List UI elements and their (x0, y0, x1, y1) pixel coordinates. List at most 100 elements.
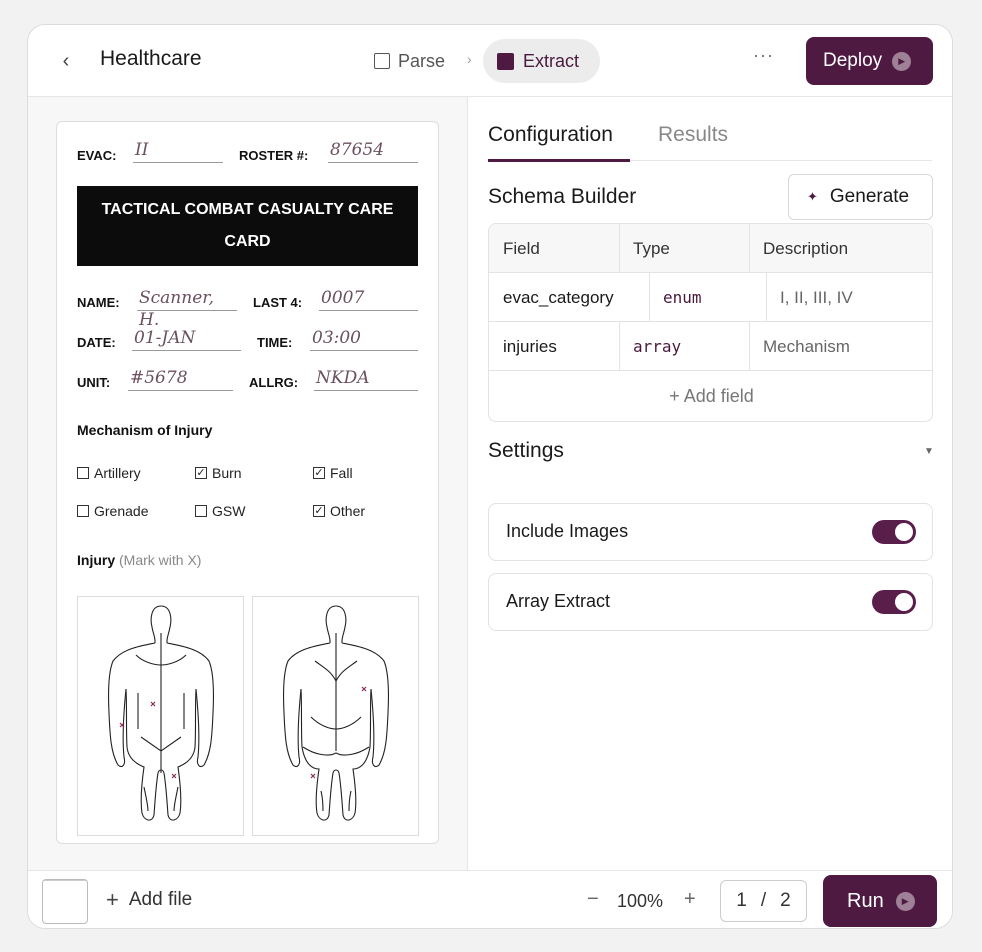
plus-icon: + (106, 887, 119, 912)
app-window: ‹ Healthcare Parse › Extract ··· Deploy … (27, 24, 953, 929)
sparkle-icon: ✦ (807, 189, 818, 204)
injury-title: Injury (Mark with X) (77, 552, 201, 568)
human-front-outline-icon (107, 605, 215, 821)
setting-include-images: Include Images (488, 503, 933, 561)
play-circle-icon: ▶ (895, 891, 915, 911)
time-value: 03:00 (310, 327, 418, 351)
add-file-label: Add file (128, 889, 193, 910)
generate-button[interactable]: ✦ Generate (788, 174, 933, 220)
add-file-button[interactable]: + Add file (106, 889, 192, 911)
mechanism-label: Other (330, 503, 366, 519)
back-chevron-icon[interactable]: ‹ (56, 49, 76, 73)
square-outline-icon (374, 53, 390, 69)
allergies-value: NKDA (314, 367, 418, 391)
page-selector[interactable]: 1 / 2 (720, 880, 807, 922)
roster-label: ROSTER #: (239, 148, 309, 163)
run-label: Run (847, 889, 884, 912)
unit-label: UNIT: (77, 375, 111, 390)
column-divider (619, 224, 620, 273)
name-label: NAME: (77, 295, 120, 310)
page-current: 1 (736, 890, 747, 911)
caret-down-icon[interactable]: ▼ (924, 446, 934, 457)
document-page: EVAC: II ROSTER #: 87654 TACTICAL COMBAT… (56, 121, 439, 844)
schema-table: Field Type Description evac_category enu… (488, 223, 933, 422)
checkbox-empty-icon (195, 505, 207, 517)
last4-label: LAST 4: (253, 295, 303, 310)
evac-value: II (133, 139, 223, 163)
add-field-button[interactable]: + Add field (489, 371, 932, 421)
column-divider (749, 322, 750, 371)
play-circle-icon: ▶ (892, 51, 912, 71)
schema-builder-title: Schema Builder (488, 185, 637, 208)
step-extract[interactable]: Extract (483, 39, 600, 83)
mechanism-label: Burn (212, 465, 242, 481)
column-divider (619, 322, 620, 371)
evac-label: EVAC: (77, 148, 117, 163)
date-label: DATE: (77, 335, 116, 350)
mechanism-option: ✓ Burn (195, 465, 242, 481)
checkbox-checked-icon: ✓ (313, 505, 325, 517)
run-button[interactable]: Run ▶ (823, 875, 937, 927)
human-back-outline-icon (282, 605, 390, 821)
include-images-toggle[interactable] (872, 520, 916, 544)
mechanism-option: Artillery (77, 465, 141, 481)
field-name-cell[interactable]: evac_category (489, 273, 649, 322)
chevron-right-icon: › (467, 51, 472, 67)
setting-label: Include Images (506, 521, 629, 541)
column-header-description: Description (749, 224, 932, 273)
mechanism-option: Grenade (77, 503, 148, 519)
field-description-cell[interactable]: Mechanism (749, 322, 932, 371)
field-type-cell[interactable]: array (619, 322, 749, 371)
deploy-button[interactable]: Deploy ▶ (806, 37, 933, 85)
column-divider (766, 273, 767, 322)
unit-value: #5678 (128, 367, 233, 391)
mechanism-option: ✓ Fall (313, 465, 353, 481)
field-name-cell[interactable]: injuries (489, 322, 619, 371)
checkbox-checked-icon: ✓ (313, 467, 325, 479)
array-extract-toggle[interactable] (872, 590, 916, 614)
mechanism-label: GSW (212, 503, 246, 519)
injury-note: (Mark with X) (119, 552, 202, 568)
checkbox-empty-icon (77, 505, 89, 517)
step-parse[interactable]: Parse (374, 47, 445, 75)
setting-label: Array Extract (506, 591, 611, 611)
zoom-in-icon[interactable]: + (684, 888, 696, 911)
field-description-cell[interactable]: I, II, III, IV (766, 273, 932, 322)
square-filled-icon (497, 52, 514, 70)
top-bar: ‹ Healthcare Parse › Extract ··· Deploy … (28, 25, 952, 97)
body-diagram-front (77, 596, 244, 836)
mechanism-label: Fall (330, 465, 353, 481)
page-total: 2 (780, 890, 791, 911)
column-divider (649, 273, 650, 322)
field-type-cell[interactable]: enum (649, 273, 766, 322)
tab-results[interactable]: Results (658, 123, 728, 147)
column-divider (749, 224, 750, 273)
mechanism-option: ✓ Other (313, 503, 365, 519)
zoom-out-icon[interactable]: − (587, 888, 599, 911)
active-tab-indicator (488, 159, 630, 162)
allergies-label: ALLRG: (249, 375, 299, 390)
configuration-panel: Configuration Results Schema Builder ✦ G… (469, 97, 952, 870)
setting-array-extract: Array Extract (488, 573, 933, 631)
last4-value: 0007 (319, 287, 418, 311)
step-extract-label: Extract (523, 50, 580, 71)
page-separator: / (760, 890, 767, 911)
more-options-icon[interactable]: ··· (753, 45, 774, 66)
card-banner: TACTICAL COMBAT CASUALTY CARE CARD (77, 186, 418, 266)
toggle-knob (895, 593, 913, 611)
generate-label: Generate (829, 186, 910, 207)
bottom-bar: + Add file − 100% + 1 / 2 Run ▶ (28, 870, 952, 928)
column-header-field: Field (489, 224, 619, 273)
mechanism-title: Mechanism of Injury (77, 422, 213, 438)
mechanism-label: Artillery (94, 465, 141, 481)
time-label: TIME: (257, 335, 293, 350)
document-preview-panel: EVAC: II ROSTER #: 87654 TACTICAL COMBAT… (28, 97, 468, 870)
settings-title: Settings (488, 439, 564, 462)
column-header-type: Type (619, 224, 749, 273)
zoom-level: 100% (617, 891, 664, 911)
tab-configuration[interactable]: Configuration (488, 123, 613, 147)
checkbox-checked-icon: ✓ (195, 467, 207, 479)
toggle-knob (895, 523, 913, 541)
page-thumbnail[interactable] (42, 879, 88, 924)
step-parse-label: Parse (398, 50, 446, 71)
